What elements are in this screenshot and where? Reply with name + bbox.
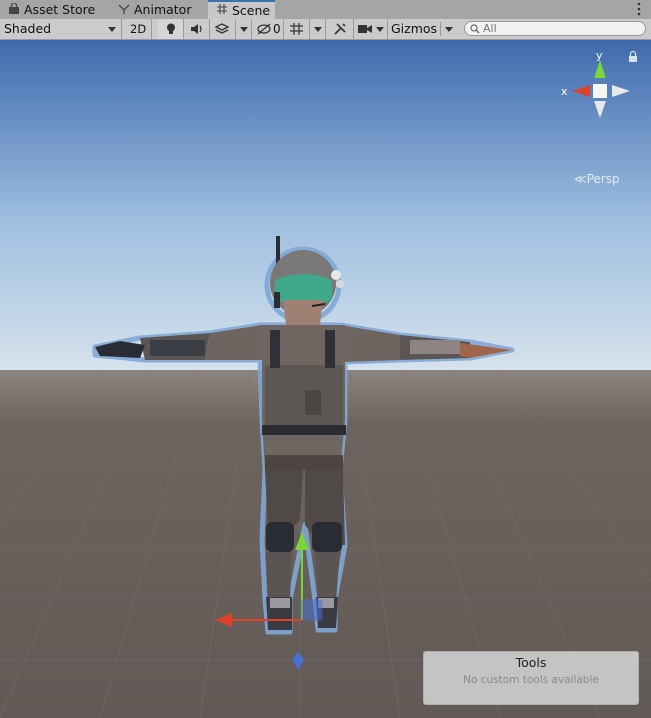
tab-scene[interactable]: Scene [208, 0, 275, 19]
shading-mode-value: Shaded [4, 21, 52, 36]
chevron-down-icon [376, 27, 384, 32]
audio-toggle[interactable] [184, 19, 210, 39]
tab-asset-store-label: Asset Store [24, 2, 96, 17]
hidden-count: 0 [273, 22, 281, 36]
camera-icon [358, 25, 372, 33]
shading-mode-dropdown[interactable]: Shaded [0, 19, 122, 39]
chevron-down-icon [445, 27, 453, 32]
projection-label: Persp [586, 172, 620, 186]
tab-bar: Asset Store Animator Scene [0, 0, 651, 20]
grid-icon [290, 23, 303, 35]
gizmos-label: Gizmos [391, 21, 438, 36]
tab-asset-store[interactable]: Asset Store [0, 0, 110, 19]
tools-panel-title: Tools [515, 655, 547, 670]
toggle-2d-label: 2D [130, 22, 147, 36]
hidden-objects-toggle[interactable]: 0 [252, 19, 284, 39]
xy-plane-handle[interactable] [301, 599, 323, 621]
scene-search-field[interactable] [464, 21, 646, 36]
toggle-2d-button[interactable]: 2D [122, 19, 152, 39]
search-icon [470, 24, 480, 34]
effects-toggle[interactable] [210, 19, 236, 39]
layers-icon [215, 23, 229, 34]
grid-icon [217, 4, 227, 14]
wrench-icon [334, 23, 346, 35]
lighting-toggle[interactable] [158, 19, 184, 39]
chevron-down-icon [108, 27, 116, 32]
eye-slash-icon [257, 23, 271, 35]
tab-animator-label: Animator [134, 2, 192, 17]
chevron-left-icon: ≪ [574, 172, 587, 186]
gizmos-dropdown[interactable]: Gizmos [388, 19, 458, 39]
tab-animator[interactable]: Animator [110, 0, 208, 19]
lightbulb-icon [167, 23, 175, 34]
speaker-icon [191, 24, 202, 34]
more-options-icon[interactable] [637, 2, 641, 16]
grid-toggle[interactable] [284, 19, 310, 39]
camera-settings-dropdown[interactable] [354, 19, 388, 39]
tools-panel-message: No custom tools available [463, 674, 599, 686]
tools-overlay-panel[interactable]: Tools No custom tools available [423, 651, 639, 705]
grid-dropdown[interactable] [310, 19, 326, 39]
tools-toggle[interactable] [326, 19, 354, 39]
axis-x-label: x [561, 85, 568, 98]
scene-viewport[interactable]: y x ≪Persp [0, 40, 651, 718]
chevron-down-icon [240, 27, 248, 32]
chevron-down-icon [314, 27, 322, 32]
scene-view-canvas[interactable]: y x [0, 40, 651, 718]
skybox [0, 40, 651, 370]
projection-toggle[interactable]: ≪Persp [574, 172, 620, 186]
shopping-bag-icon [9, 3, 19, 14]
axis-y-label: y [596, 49, 603, 62]
search-input[interactable] [483, 22, 633, 35]
tab-scene-label: Scene [232, 3, 271, 18]
effects-dropdown[interactable] [236, 19, 252, 39]
animator-icon [118, 4, 130, 14]
